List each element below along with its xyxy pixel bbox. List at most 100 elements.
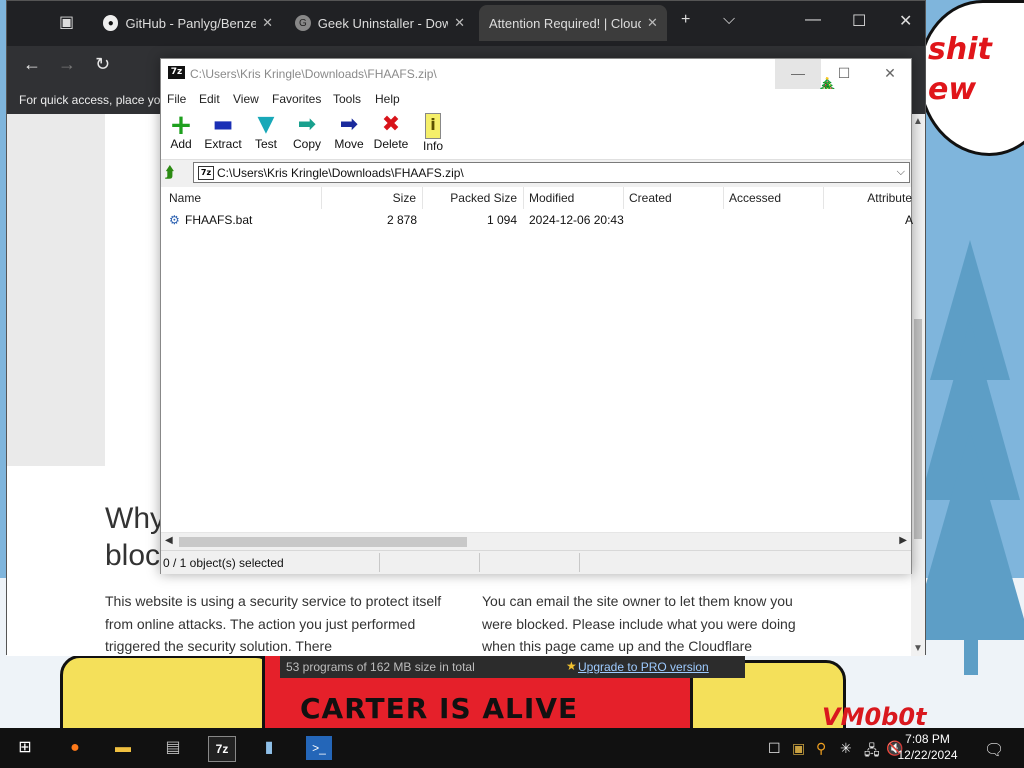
- menu-favorites[interactable]: Favorites: [272, 92, 321, 106]
- delete-button[interactable]: ✖ Delete: [373, 113, 409, 152]
- copy-button[interactable]: ➡ Copy: [291, 113, 323, 152]
- firefox-icon[interactable]: ●: [62, 736, 88, 760]
- menu-tools[interactable]: Tools: [333, 92, 361, 106]
- archive-icon: 7z: [198, 166, 214, 180]
- close-icon[interactable]: ✕: [454, 15, 465, 31]
- scroll-left-icon[interactable]: ◀: [165, 535, 173, 546]
- column-packed-size[interactable]: Packed Size: [423, 187, 524, 209]
- add-button[interactable]: + Add: [169, 108, 193, 152]
- upgrade-pro-link[interactable]: Upgrade to PRO version: [578, 660, 709, 674]
- file-list[interactable]: Name Size Packed Size Modified Created A…: [161, 187, 913, 533]
- move-button[interactable]: ➡ Move: [333, 112, 365, 152]
- move-icon: ➡: [339, 112, 359, 137]
- close-icon[interactable]: ✕: [262, 15, 273, 31]
- tray-app-icon[interactable]: ▣: [792, 740, 805, 757]
- task-manager-icon[interactable]: ▤: [160, 736, 186, 760]
- status-divider: [579, 553, 580, 572]
- network-icon[interactable]: 🖧: [864, 740, 880, 764]
- scroll-down-icon[interactable]: ▼: [913, 643, 923, 654]
- poster-text: CARTER IS ALIVE: [300, 692, 579, 725]
- minimize-icon[interactable]: —: [805, 11, 821, 29]
- gear-file-icon: ⚙: [169, 213, 180, 227]
- column-name[interactable]: Name: [161, 187, 322, 209]
- test-label: Test: [254, 137, 277, 151]
- tab-actions-icon[interactable]: ▣: [59, 12, 74, 32]
- 7zip-taskbar-icon[interactable]: 7z: [208, 736, 236, 762]
- tab-geek-uninstaller[interactable]: G Geek Uninstaller - Downl ✕: [295, 5, 465, 41]
- close-button[interactable]: ✕: [867, 59, 913, 89]
- tray-box-icon[interactable]: ☐: [768, 740, 781, 757]
- path-input[interactable]: 7z C:\Users\Kris Kringle\Downloads\FHAAF…: [193, 162, 910, 183]
- tab-github[interactable]: ● GitHub - Panlyg/Benzene ✕: [103, 5, 273, 41]
- close-icon[interactable]: ✕: [647, 15, 658, 31]
- menu-edit[interactable]: Edit: [199, 92, 220, 106]
- tab-bar: ▣ ● GitHub - Panlyg/Benzene ✕ G Geek Uni…: [7, 1, 925, 46]
- clock-time: 7:08 PM: [905, 732, 950, 746]
- taskbar: ⊞ ● ▬ ▤ 7z ▮ >_ ☐ ▣ ⚲ ✳ 🖧 🔇 7:08 PM 12/2…: [0, 728, 1024, 768]
- page-heading-line2: bloc: [105, 539, 161, 572]
- tab-label: GitHub - Panlyg/Benzene: [125, 15, 257, 31]
- menu-file[interactable]: File: [167, 92, 186, 106]
- tray-star-icon[interactable]: ✳: [840, 740, 852, 757]
- back-icon[interactable]: ←: [23, 54, 41, 75]
- tab-label: Geek Uninstaller - Downl: [317, 15, 449, 31]
- file-modified: 2024-12-06 20:43: [529, 213, 624, 227]
- geek-uninstaller-status: 53 programs of 162 MB size in total ★ Up…: [280, 656, 745, 678]
- maximize-icon[interactable]: ☐: [852, 11, 866, 31]
- windows-start-icon[interactable]: ⊞: [12, 736, 38, 760]
- menu-view[interactable]: View: [233, 92, 259, 106]
- info-icon: i: [425, 113, 441, 139]
- extract-button[interactable]: ▬ Extract: [204, 112, 242, 152]
- move-label: Move: [334, 137, 364, 151]
- minimize-button[interactable]: —: [775, 59, 821, 89]
- column-attribute[interactable]: Attribute: [824, 187, 912, 209]
- zip-titlebar: 7z C:\Users\Kris Kringle\Downloads\FHAAF…: [161, 59, 913, 97]
- file-explorer-icon[interactable]: ▬: [110, 736, 136, 760]
- clock-date: 12/22/2024: [897, 748, 958, 762]
- paragraph-left: This website is using a security service…: [105, 593, 442, 654]
- file-name: FHAAFS.bat: [185, 213, 253, 227]
- tab-cloudflare[interactable]: Attention Required! | Cloudfl ✕: [479, 5, 667, 41]
- file-packed-size: 1 094: [486, 213, 517, 227]
- recycle-bin-icon[interactable]: ▮: [256, 736, 282, 760]
- system-clock[interactable]: 7:08 PM 12/22/2024: [880, 731, 975, 763]
- zip-toolbar: + Add ▬ Extract ▼ Test ➡ Copy ➡ Move ✖ D…: [161, 109, 911, 160]
- column-accessed[interactable]: Accessed: [724, 187, 824, 209]
- scroll-up-icon[interactable]: ▲: [913, 116, 923, 127]
- refresh-icon[interactable]: ↻: [95, 54, 110, 75]
- menu-help[interactable]: Help: [375, 92, 400, 106]
- globe-icon: G: [295, 15, 311, 31]
- folder-up-icon[interactable]: ⮭: [165, 164, 185, 182]
- path-text: C:\Users\Kris Kringle\Downloads\FHAAFS.z…: [217, 166, 464, 180]
- powershell-icon[interactable]: >_: [306, 736, 332, 760]
- horizontal-scrollbar[interactable]: ◀ ▶: [161, 532, 911, 550]
- add-icon: +: [169, 108, 193, 141]
- close-window-icon[interactable]: ✕: [899, 11, 912, 31]
- notification-icon[interactable]: 🗨: [984, 740, 1004, 760]
- new-tab-button[interactable]: +: [681, 11, 690, 29]
- test-button[interactable]: ▼ Test: [253, 112, 279, 152]
- scroll-right-icon[interactable]: ▶: [899, 535, 907, 546]
- github-icon: ●: [103, 15, 119, 31]
- chevron-down-icon[interactable]: ⌵: [897, 166, 905, 179]
- pine-tree-right: [920, 240, 1024, 675]
- 7zip-logo-icon: 7z: [168, 66, 185, 79]
- forward-icon[interactable]: →: [58, 54, 76, 75]
- favorites-hint: For quick access, place you: [19, 93, 168, 107]
- test-icon: ▼: [257, 112, 275, 137]
- column-size[interactable]: Size: [322, 187, 423, 209]
- page-scrollbar[interactable]: ▲ ▼: [911, 114, 925, 656]
- artist-signature: VM0b0t: [822, 703, 927, 731]
- page-grey-panel: [7, 114, 105, 466]
- copy-label: Copy: [292, 137, 321, 151]
- status-divider: [479, 553, 480, 572]
- chevron-down-icon[interactable]: ⌵: [723, 11, 735, 29]
- scroll-thumb[interactable]: [179, 537, 467, 547]
- scroll-thumb[interactable]: [914, 319, 922, 539]
- column-created[interactable]: Created: [624, 187, 724, 209]
- extract-icon: ▬: [212, 112, 234, 137]
- info-button[interactable]: i Info: [421, 113, 445, 153]
- programs-count-text: 53 programs of 162 MB size in total: [286, 660, 475, 674]
- search-icon[interactable]: ⚲: [816, 740, 826, 757]
- column-modified[interactable]: Modified: [524, 187, 624, 209]
